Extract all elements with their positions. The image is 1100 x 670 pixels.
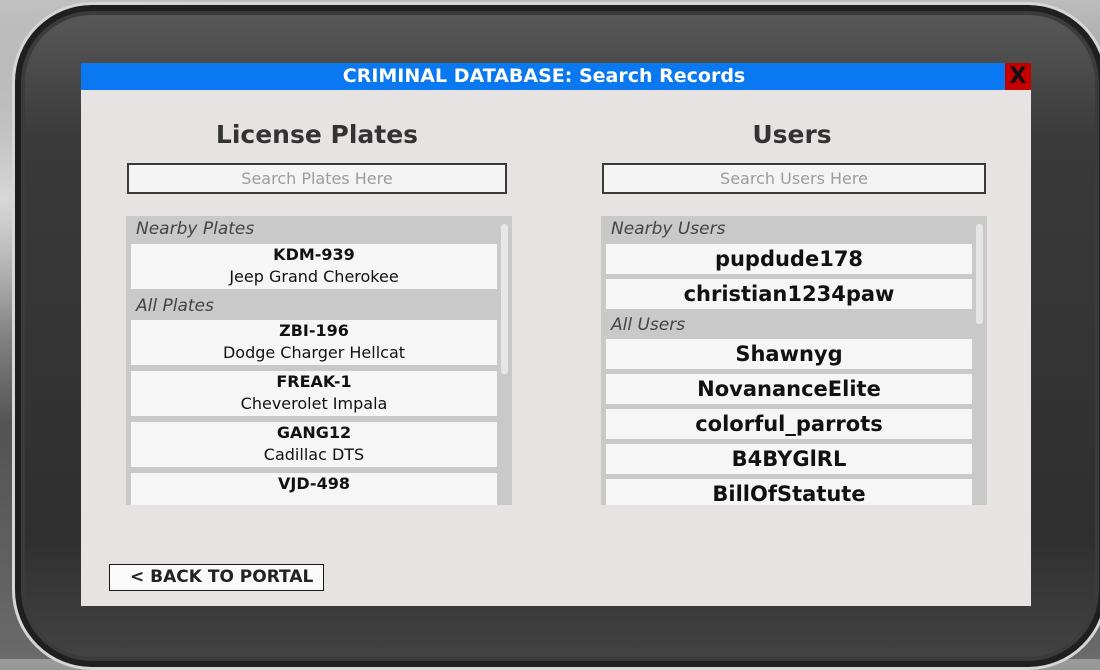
all-users-header: All Users — [611, 315, 686, 335]
close-button[interactable]: X — [1005, 63, 1031, 90]
user-name: NovananceElite — [697, 377, 881, 401]
title-bar: CRIMINAL DATABASE: Search Records X — [81, 63, 1031, 90]
user-card[interactable]: pupdude178 — [606, 244, 972, 274]
user-name: colorful_parrots — [695, 412, 883, 436]
plates-scrollbar[interactable] — [501, 224, 508, 374]
back-to-portal-button[interactable]: < BACK TO PORTAL — [109, 564, 324, 591]
user-card[interactable]: christian1234paw — [606, 279, 972, 309]
plate-number: ZBI-196 — [279, 321, 349, 340]
users-list[interactable]: Nearby Users pupdude178 christian1234paw… — [601, 216, 987, 505]
all-plates-header: All Plates — [136, 296, 214, 316]
users-heading: Users — [752, 120, 832, 149]
plate-number: VJD-498 — [278, 474, 350, 493]
user-name: pupdude178 — [714, 247, 864, 271]
user-name: B4BYGlRL — [731, 447, 847, 471]
users-scrollbar[interactable] — [976, 224, 983, 324]
plate-number: FREAK-1 — [276, 372, 352, 391]
plates-heading: License Plates — [215, 120, 419, 149]
window-title: CRIMINAL DATABASE: Search Records — [342, 65, 746, 87]
app-window: CRIMINAL DATABASE: Search Records X Lice… — [81, 63, 1031, 606]
user-card[interactable]: BillOfStatute — [606, 479, 972, 505]
user-card[interactable]: colorful_parrots — [606, 409, 972, 439]
plate-vehicle: Cheverolet Impala — [240, 394, 388, 413]
user-card[interactable]: NovananceElite — [606, 374, 972, 404]
user-name: christian1234paw — [683, 282, 895, 306]
nearby-plates-header: Nearby Plates — [136, 219, 255, 239]
plate-card[interactable]: VJD-498 — [131, 473, 497, 505]
nearby-users-header: Nearby Users — [611, 219, 726, 239]
plates-search-input[interactable]: Search Plates Here — [127, 163, 507, 194]
plate-card[interactable]: ZBI-196 Dodge Charger Hellcat — [131, 320, 497, 365]
plate-card[interactable]: KDM-939 Jeep Grand Cherokee — [131, 244, 497, 289]
users-search-input[interactable]: Search Users Here — [602, 163, 986, 194]
user-name: Shawnyg — [735, 342, 843, 366]
plate-card[interactable]: GANG12 Cadillac DTS — [131, 422, 497, 467]
user-card[interactable]: Shawnyg — [606, 339, 972, 369]
plates-list[interactable]: Nearby Plates KDM-939 Jeep Grand Cheroke… — [126, 216, 512, 505]
plate-vehicle: Jeep Grand Cherokee — [229, 267, 399, 286]
plate-number: GANG12 — [276, 423, 352, 442]
plate-card[interactable]: FREAK-1 Cheverolet Impala — [131, 371, 497, 416]
user-name: BillOfStatute — [712, 482, 866, 505]
user-card[interactable]: B4BYGlRL — [606, 444, 972, 474]
plate-vehicle: Cadillac DTS — [263, 445, 365, 464]
plate-vehicle: Dodge Charger Hellcat — [222, 343, 406, 362]
plate-number: KDM-939 — [273, 245, 355, 264]
